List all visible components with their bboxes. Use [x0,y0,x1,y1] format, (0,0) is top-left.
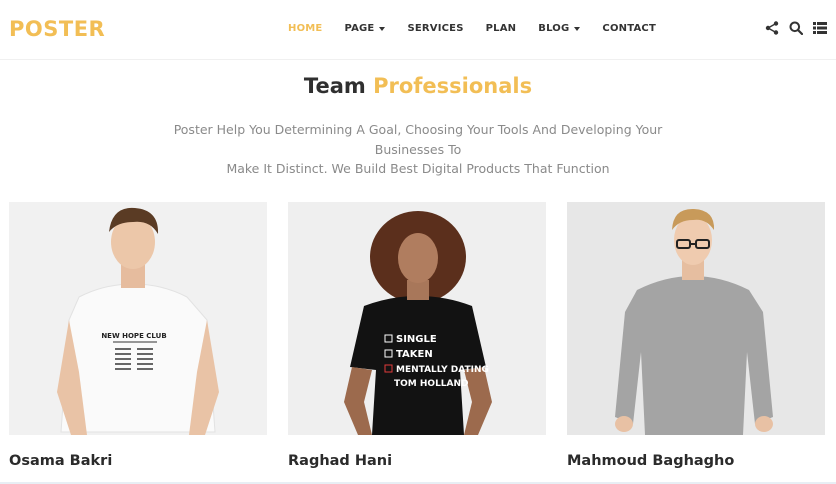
nav-item-services[interactable]: SERVICES [407,23,463,34]
shirt-print-text: TAKEN [396,349,433,360]
header-icons [764,19,828,37]
shirt-print-text: MENTALLY DATING [396,365,489,375]
nav-label: BLOG [538,23,570,34]
nav-label: HOME [288,23,323,34]
nav-item-page[interactable]: PAGE [344,23,386,34]
team-card[interactable]: Mahmoud Baghagho [567,202,825,469]
team-photo: SINGLE TAKEN MENTALLY DATING TOM HOLLAND [288,202,546,435]
site-logo[interactable]: POSTER [9,17,105,41]
title-main: Team [303,74,366,98]
team-member-name[interactable]: Mahmoud Baghagho [567,453,825,469]
nav-item-plan[interactable]: PLAN [486,23,517,34]
caret-down-icon [574,27,581,31]
shirt-print-text: SINGLE [396,334,437,345]
main-nav: HOME PAGE SERVICES PLAN BLOG CONTACT [288,23,678,34]
menu-list-icon[interactable] [812,19,828,37]
section-subtitle: Poster Help You Determining A Goal, Choo… [150,120,686,179]
section-title: Team Professionals [0,74,836,98]
nav-item-blog[interactable]: BLOG [538,23,581,34]
team-card[interactable]: SINGLE TAKEN MENTALLY DATING TOM HOLLAND… [288,202,546,469]
share-icon[interactable] [764,19,780,37]
site-header: POSTER HOME PAGE SERVICES PLAN BLOG CONT… [0,0,836,60]
team-photo [567,202,825,435]
search-icon[interactable] [788,19,804,37]
subtitle-line: Poster Help You Determining A Goal, Choo… [173,122,663,157]
title-accent: Professionals [373,74,533,98]
team-member-name[interactable]: Osama Bakri [9,453,267,469]
nav-label: PLAN [485,23,517,34]
caret-down-icon [379,27,386,31]
team-card[interactable]: NEW HOPE CLUB Osama Bakri [9,202,267,469]
subtitle-line: Make It Distinct. We Build Best Digital … [226,161,610,176]
shirt-print-text: NEW HOPE CLUB [101,332,166,340]
team-photo: NEW HOPE CLUB [9,202,267,435]
shirt-print-text: TOM HOLLAND [394,379,469,389]
team-member-name[interactable]: Raghad Hani [288,453,546,469]
nav-label: PAGE [344,23,375,34]
nav-item-contact[interactable]: CONTACT [602,23,656,34]
nav-label: SERVICES [407,23,464,34]
nav-label: CONTACT [602,23,656,34]
nav-item-home[interactable]: HOME [288,23,322,34]
